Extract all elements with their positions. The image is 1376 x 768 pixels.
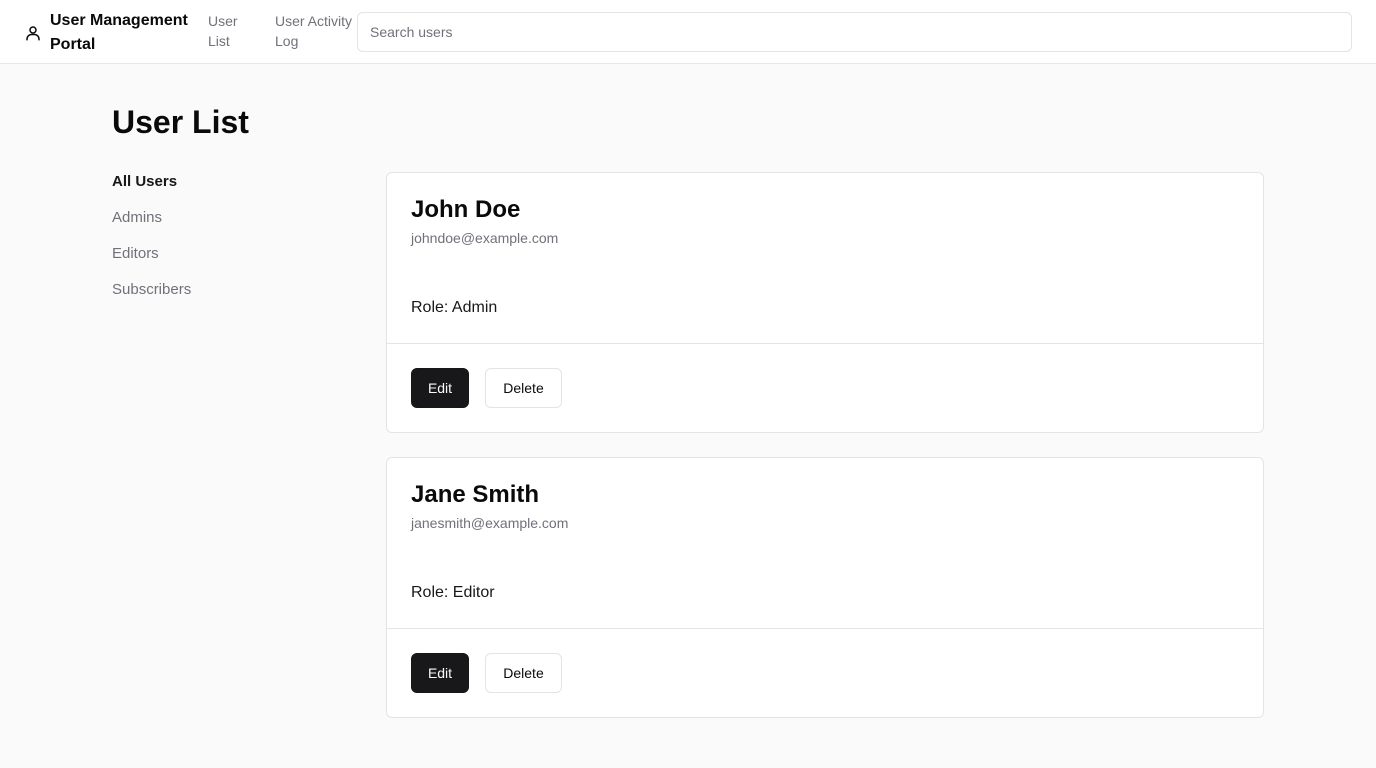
nav-user-list-link[interactable]: User List [208,11,260,51]
sidebar-item-subscribers[interactable]: Subscribers [112,278,332,314]
search-input[interactable] [357,12,1352,52]
sidebar-item-admins[interactable]: Admins [112,206,332,242]
user-role: Role: Admin [411,299,498,316]
sidebar: All Users Admins Editors Subscribers [112,170,332,314]
brand-title: User Management Portal [50,12,188,53]
user-icon [26,26,40,41]
edit-button[interactable]: Edit [411,653,469,693]
user-email: janesmith@example.com [411,515,569,531]
card-divider [387,628,1263,629]
user-card: Jane Smith janesmith@example.com Role: E… [386,457,1264,718]
edit-button[interactable]: Edit [411,368,469,408]
sidebar-item-editors[interactable]: Editors [112,242,332,278]
nav-user-activity-log-link[interactable]: User Activity Log [275,11,357,51]
user-name: John Doe [411,196,521,223]
page-title: User List [112,104,249,140]
card-divider [387,343,1263,344]
delete-button[interactable]: Delete [485,368,562,408]
user-card: John Doe johndoe@example.com Role: Admin… [386,172,1264,433]
user-name: Jane Smith [411,481,540,508]
sidebar-item-all-users[interactable]: All Users [112,170,332,206]
user-role: Role: Editor [411,584,495,601]
top-navigation-bar: User Management Portal User List User Ac… [0,0,1376,64]
user-email: johndoe@example.com [411,230,559,246]
delete-button[interactable]: Delete [485,653,562,693]
brand[interactable]: User Management Portal [24,9,199,57]
